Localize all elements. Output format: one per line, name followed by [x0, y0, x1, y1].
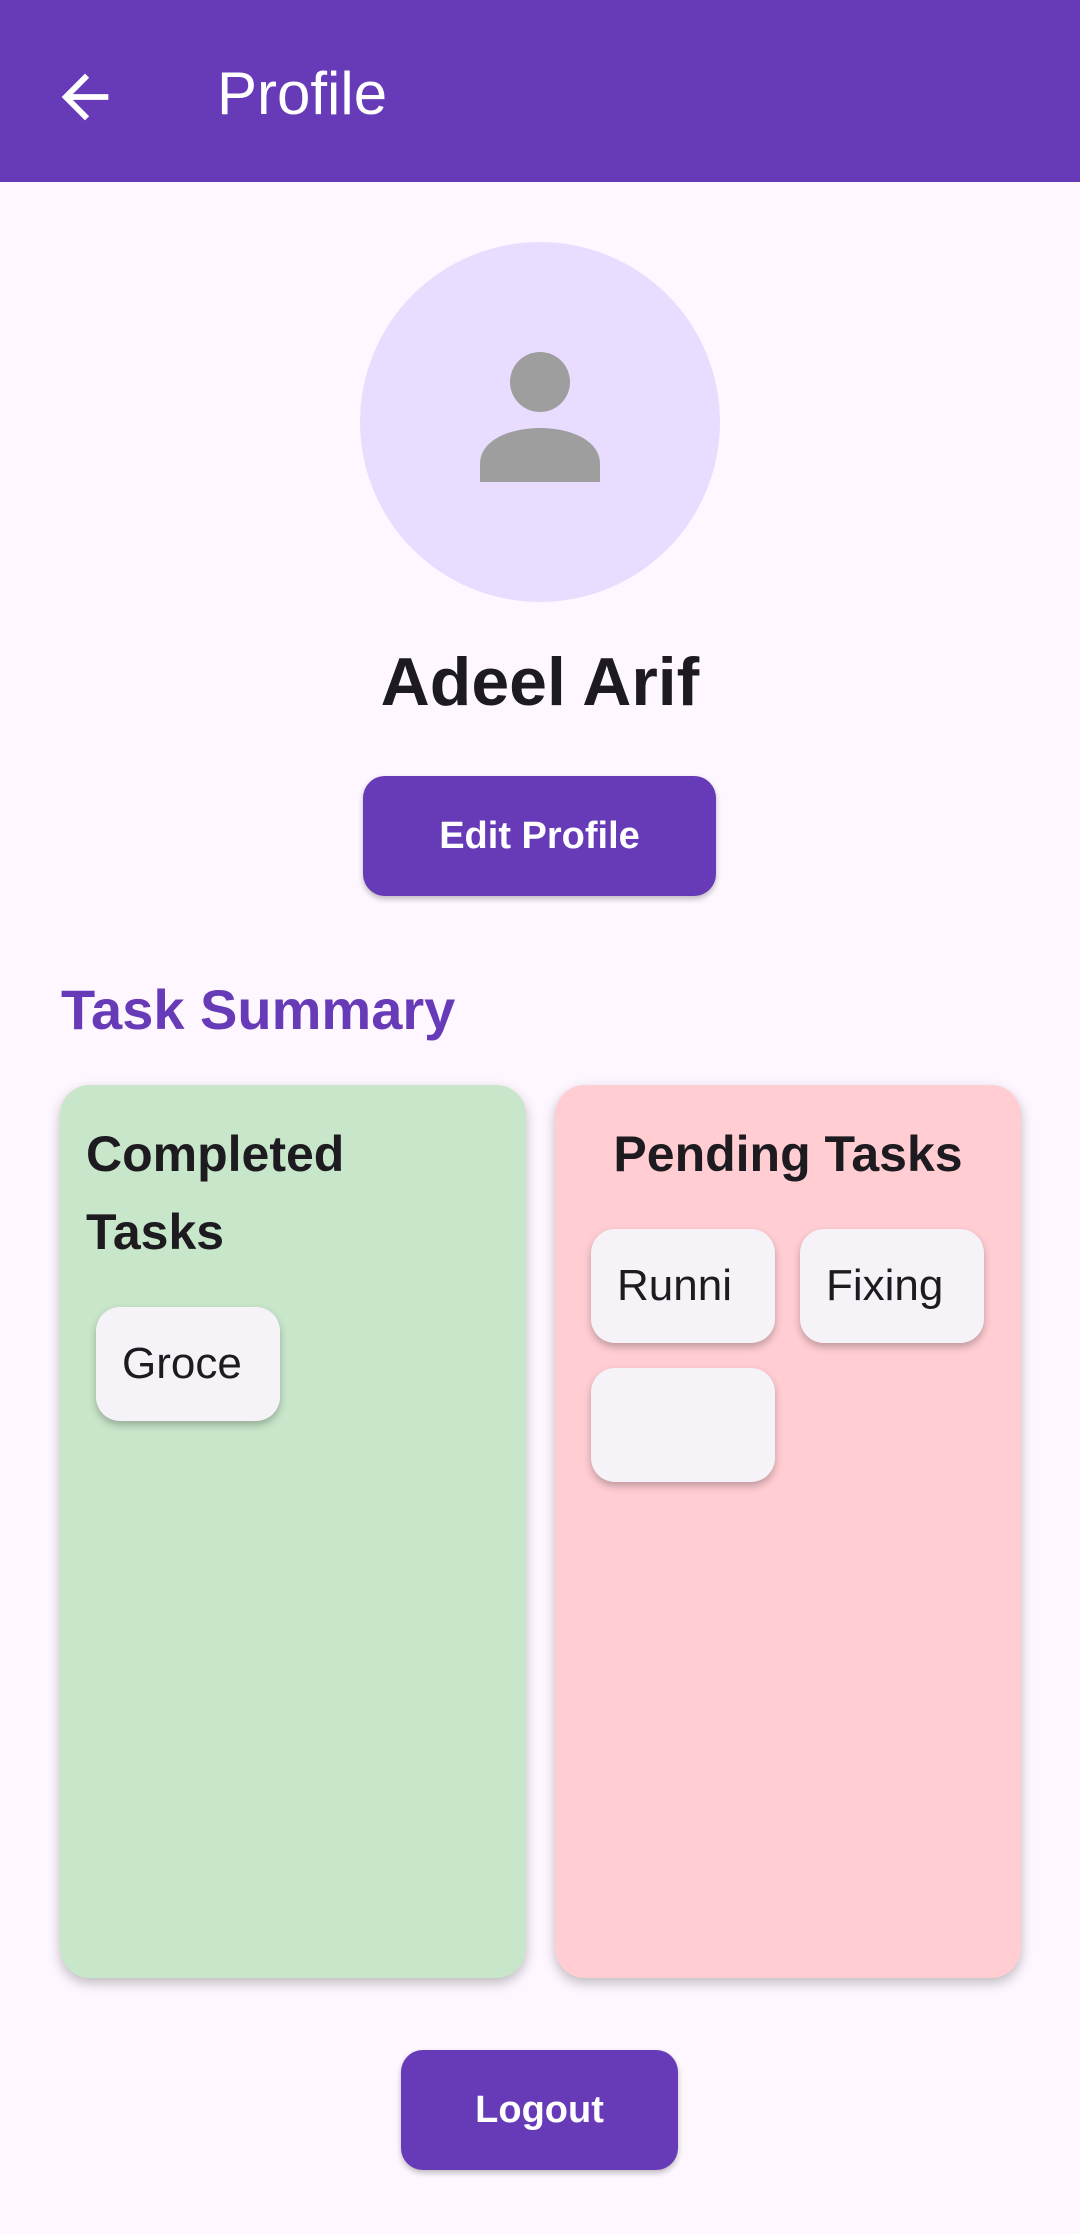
- pending-task-chip[interactable]: Runni: [591, 1229, 775, 1343]
- page-title: Profile: [217, 60, 388, 127]
- avatar: [360, 242, 720, 602]
- task-summary-heading: Task Summary: [61, 978, 456, 1041]
- arrow-back-icon: [61, 73, 109, 121]
- user-name: Adeel Arif: [380, 644, 700, 720]
- completed-task-chip[interactable]: Groce: [96, 1307, 280, 1421]
- completed-tasks-card: Completed Tasks Groce: [60, 1085, 526, 1978]
- logout-button[interactable]: Logout: [401, 2050, 678, 2170]
- pending-task-chip[interactable]: [591, 1368, 775, 1482]
- completed-tasks-title: Completed Tasks: [86, 1126, 345, 1260]
- back-button[interactable]: [50, 62, 120, 132]
- edit-profile-button[interactable]: Edit Profile: [363, 776, 716, 896]
- pending-tasks-card: Pending Tasks Runni Fixing: [555, 1085, 1021, 1978]
- person-icon: [480, 352, 600, 482]
- pending-tasks-title: Pending Tasks: [613, 1126, 963, 1182]
- app-bar: Profile: [0, 0, 1080, 182]
- pending-task-chip[interactable]: Fixing: [800, 1229, 984, 1343]
